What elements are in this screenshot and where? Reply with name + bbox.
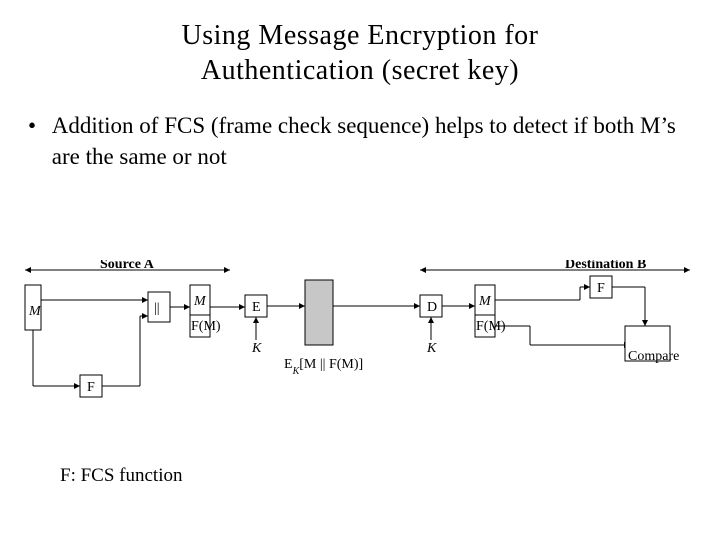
m-block-1: M xyxy=(193,294,207,309)
m-box-left: M xyxy=(28,304,42,319)
source-a-label: Source A xyxy=(100,260,155,272)
m-block-2: M xyxy=(478,294,492,309)
bullet-dot: • xyxy=(28,110,46,141)
encryption-diagram: Source A Destination B M F || M F(M) E K… xyxy=(20,260,700,430)
key-right: K xyxy=(426,341,437,356)
encrypt-box: E xyxy=(252,300,261,315)
bullet-text: Addition of FCS (frame check sequence) h… xyxy=(52,110,692,172)
concat-box: || xyxy=(154,301,160,316)
title-line1: Using Message Encryption for xyxy=(182,20,539,51)
title-line2: Authentication (secret key) xyxy=(201,55,519,86)
decrypt-box: D xyxy=(427,300,437,315)
f-box-right: F xyxy=(597,281,605,296)
compare-label: Compare xyxy=(628,349,679,364)
fm-block-1: F(M) xyxy=(191,319,221,334)
footer-note: F: FCS function xyxy=(60,465,182,487)
destination-b-label: Destination B xyxy=(565,260,646,272)
slide-title: Using Message Encryption for Authenticat… xyxy=(0,0,720,88)
key-left: K xyxy=(251,341,262,356)
f-box-left: F xyxy=(87,380,95,395)
cipher-label: EK[M || F(M)] xyxy=(284,357,363,377)
bullet-item: • Addition of FCS (frame check sequence)… xyxy=(28,110,692,172)
